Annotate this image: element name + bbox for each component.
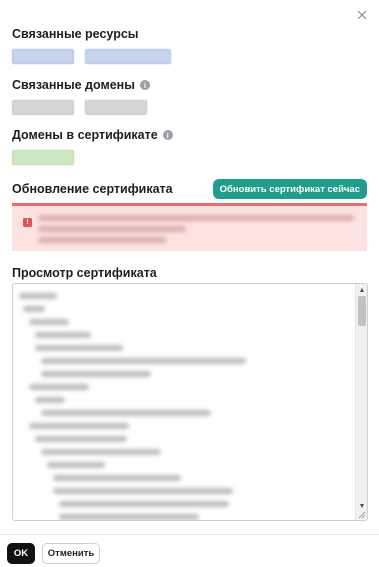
certificate-text-line — [41, 410, 211, 416]
info-icon[interactable]: i — [162, 130, 173, 140]
certificate-text-line — [41, 358, 246, 364]
cancel-button[interactable]: Отменить — [42, 543, 100, 564]
certificate-update-row: Обновление сертификата Обновить сертифик… — [12, 179, 367, 199]
certificate-preview-textarea[interactable]: ▲ ▼ — [12, 283, 368, 521]
info-icon[interactable]: i — [139, 80, 150, 90]
cert-domains-list — [12, 150, 367, 165]
certificate-text-line — [53, 475, 181, 481]
linked-resource-chip[interactable] — [12, 49, 74, 64]
certificate-text-line — [19, 293, 57, 299]
linked-domain-chip[interactable] — [85, 100, 147, 115]
certificate-text-line — [41, 449, 161, 455]
certificate-text-line — [59, 501, 229, 507]
certificate-text-line — [47, 462, 105, 468]
linked-domain-chip[interactable] — [12, 100, 74, 115]
linked-domains-section: Связанные домены i — [12, 78, 367, 115]
alert-icon: ! — [23, 218, 32, 227]
renew-certificate-button[interactable]: Обновить сертификат сейчас — [212, 179, 367, 199]
certificate-text-line — [35, 332, 91, 338]
certificate-preview-title: Просмотр сертификата — [12, 266, 157, 280]
alert-message-line — [38, 215, 354, 221]
scroll-thumb[interactable] — [358, 296, 366, 326]
certificate-text-line — [35, 345, 123, 351]
certificate-text-line — [35, 436, 127, 442]
certificate-text-line — [41, 371, 151, 377]
footer-divider — [0, 534, 379, 535]
linked-domains-heading: Связанные домены i — [12, 78, 367, 92]
certificate-text-line — [23, 306, 45, 312]
linked-domains-list — [12, 100, 367, 115]
linked-resources-title: Связанные ресурсы — [12, 27, 139, 41]
certificate-text-line — [29, 384, 89, 390]
certificate-preview-section: Просмотр сертификата — [12, 266, 367, 280]
linked-resources-list — [12, 49, 367, 64]
vertical-scrollbar[interactable]: ▲ ▼ — [355, 284, 367, 520]
linked-domains-title: Связанные домены — [12, 78, 135, 92]
close-button[interactable] — [355, 8, 369, 22]
alert-message-line — [38, 237, 166, 243]
linked-resources-section: Связанные ресурсы — [12, 27, 367, 64]
certificate-text-line — [29, 319, 69, 325]
cert-domains-title: Домены в сертификате — [12, 128, 158, 142]
ok-button[interactable]: OK — [7, 543, 35, 564]
cert-domains-heading: Домены в сертификате i — [12, 128, 367, 142]
certificate-text-line — [59, 514, 199, 520]
alert-message-line — [38, 226, 186, 232]
cert-domains-section: Домены в сертификате i — [12, 128, 367, 165]
close-icon — [357, 10, 367, 20]
certificate-text-line — [29, 423, 129, 429]
linked-resource-chip[interactable] — [85, 49, 171, 64]
certificate-update-title: Обновление сертификата — [12, 182, 173, 196]
cert-domain-chip[interactable] — [12, 150, 74, 165]
scroll-up-icon[interactable]: ▲ — [356, 284, 367, 296]
certificate-error-alert: ! — [12, 203, 367, 251]
certificate-text-line — [53, 488, 233, 494]
resize-grip-icon[interactable] — [358, 511, 366, 519]
certificate-text-line — [35, 397, 65, 403]
